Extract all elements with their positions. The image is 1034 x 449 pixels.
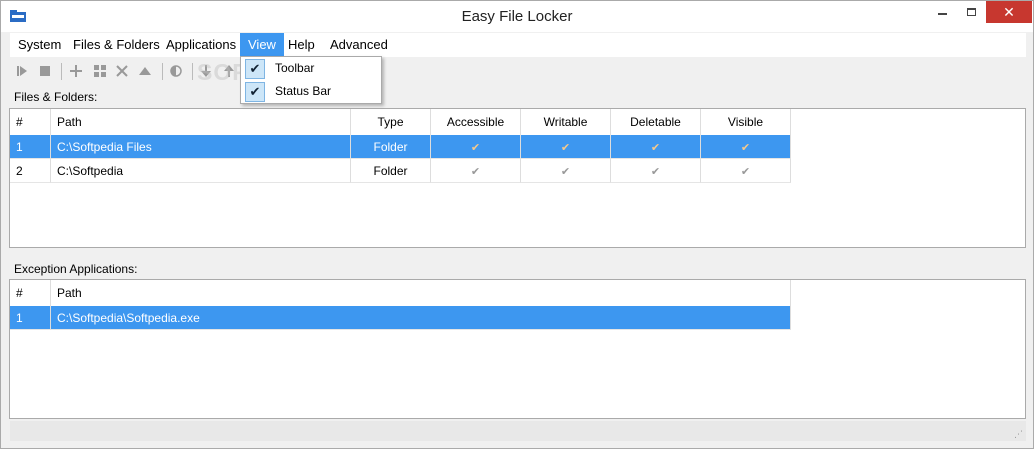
check-icon: ✔ bbox=[470, 142, 481, 154]
maximize-button[interactable] bbox=[958, 1, 985, 23]
check-icon: ✔ bbox=[470, 166, 481, 178]
cell-type: Folder bbox=[351, 135, 431, 159]
cell-path: C:\Softpedia bbox=[51, 159, 351, 183]
toolbar bbox=[10, 59, 1026, 85]
title-bar: Easy File Locker ✕ bbox=[1, 1, 1033, 32]
col-header-visible[interactable]: Visible bbox=[701, 109, 791, 135]
cell-num: 1 bbox=[10, 306, 51, 330]
col-header-deletable[interactable]: Deletable bbox=[611, 109, 701, 135]
files-folders-label: Files & Folders: bbox=[14, 90, 98, 104]
col-header-path[interactable]: Path bbox=[51, 109, 351, 135]
cell-num: 2 bbox=[10, 159, 51, 183]
col-header-writable[interactable]: Writable bbox=[521, 109, 611, 135]
resize-grip-icon[interactable]: ⋰ bbox=[1014, 429, 1024, 439]
menu-applications[interactable]: Applications bbox=[158, 33, 244, 57]
menu-item-toolbar[interactable]: ✔ Toolbar bbox=[241, 58, 381, 80]
toggle-icon[interactable] bbox=[168, 63, 184, 79]
status-bar: ⋰ bbox=[10, 421, 1026, 441]
minimize-icon bbox=[938, 13, 947, 15]
cell-type: Folder bbox=[351, 159, 431, 183]
maximize-icon bbox=[967, 8, 976, 16]
cell-path: C:\Softpedia Files bbox=[51, 135, 351, 159]
exception-applications-label: Exception Applications: bbox=[14, 262, 138, 276]
check-icon: ✔ bbox=[650, 166, 661, 178]
col-header-path[interactable]: Path bbox=[51, 280, 791, 306]
check-icon: ✔ bbox=[740, 142, 751, 154]
checkmark-icon: ✔ bbox=[245, 82, 265, 102]
check-icon: ✔ bbox=[740, 166, 751, 178]
table-header: # Path bbox=[10, 280, 1025, 306]
col-header-num[interactable]: # bbox=[10, 109, 51, 135]
check-icon: ✔ bbox=[560, 142, 571, 154]
start-icon[interactable] bbox=[14, 63, 30, 79]
toolbar-separator bbox=[61, 63, 62, 80]
menu-item-label: Toolbar bbox=[275, 61, 315, 75]
menu-bar: System Files & Folders Applications View… bbox=[10, 33, 1026, 57]
col-header-num[interactable]: # bbox=[10, 280, 51, 306]
minimize-button[interactable] bbox=[929, 1, 956, 23]
checkmark-icon: ✔ bbox=[245, 59, 265, 79]
exception-applications-table: # Path 1 C:\Softpedia\Softpedia.exe bbox=[9, 279, 1026, 419]
cell-num: 1 bbox=[10, 135, 51, 159]
menu-files-folders[interactable]: Files & Folders bbox=[65, 33, 168, 57]
menu-item-status-bar[interactable]: ✔ Status Bar bbox=[241, 81, 381, 103]
check-icon: ✔ bbox=[650, 142, 661, 154]
toolbar-separator bbox=[192, 63, 193, 80]
menu-view[interactable]: View bbox=[240, 33, 284, 57]
app-window: Easy File Locker ✕ System Files & Folder… bbox=[0, 0, 1034, 449]
stop-icon[interactable] bbox=[37, 63, 53, 79]
table-header: # Path Type Accessible Writable Deletabl… bbox=[10, 109, 1025, 135]
files-folders-table: # Path Type Accessible Writable Deletabl… bbox=[9, 108, 1026, 248]
col-header-type[interactable]: Type bbox=[351, 109, 431, 135]
cell-path: C:\Softpedia\Softpedia.exe bbox=[51, 306, 791, 330]
menu-help[interactable]: Help bbox=[280, 33, 323, 57]
menu-advanced[interactable]: Advanced bbox=[322, 33, 396, 57]
toolbar-separator bbox=[162, 63, 163, 80]
up-icon[interactable] bbox=[137, 63, 153, 79]
window-title: Easy File Locker bbox=[461, 8, 573, 25]
delete-icon[interactable] bbox=[114, 63, 130, 79]
menu-system[interactable]: System bbox=[10, 33, 69, 57]
menu-item-label: Status Bar bbox=[275, 84, 332, 98]
view-menu-dropdown: ✔ Toolbar ✔ Status Bar bbox=[240, 56, 382, 104]
close-button[interactable]: ✕ bbox=[986, 1, 1032, 23]
add-multiple-icon[interactable] bbox=[92, 63, 108, 79]
check-icon: ✔ bbox=[560, 166, 571, 178]
col-header-accessible[interactable]: Accessible bbox=[431, 109, 521, 135]
add-icon[interactable] bbox=[68, 63, 84, 79]
close-icon: ✕ bbox=[1003, 3, 1015, 20]
